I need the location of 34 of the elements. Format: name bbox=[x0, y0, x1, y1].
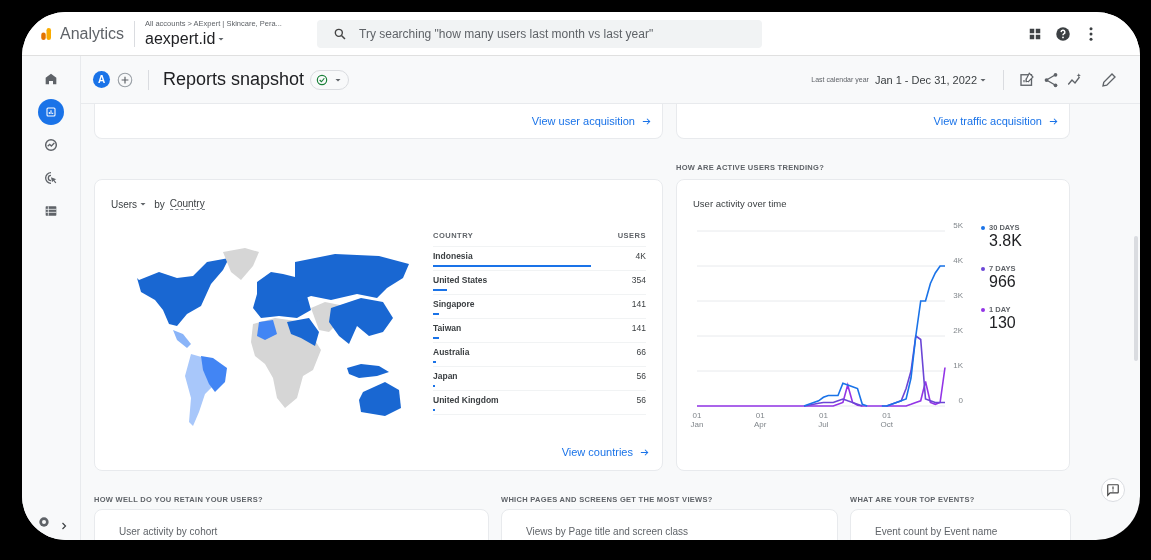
table-cell: Australia bbox=[433, 346, 470, 357]
table-cell: United States bbox=[433, 274, 488, 285]
axis-tick-label: 01 Jan bbox=[690, 411, 704, 429]
table-cell: 66 bbox=[636, 346, 646, 357]
axis-tick-label: 01 Jul bbox=[818, 411, 829, 429]
axis-tick-label: 01 Oct bbox=[880, 411, 893, 429]
axis-tick-label: 0 bbox=[958, 396, 963, 405]
card-title: User activity by cohort bbox=[119, 526, 219, 537]
axis-tick-label: 4K bbox=[953, 256, 963, 265]
table-cell: Singapore bbox=[433, 298, 475, 309]
table-cell: Indonesia bbox=[433, 250, 473, 261]
metric-value: 130 bbox=[989, 314, 1017, 332]
axis-tick-label: 01 Apr bbox=[754, 411, 767, 429]
axis-tick-label: 3K bbox=[953, 291, 963, 300]
by-label: by bbox=[154, 198, 165, 210]
axis-tick-label: 5K bbox=[953, 223, 963, 230]
table-cell: 4K bbox=[635, 250, 646, 261]
table-cell: 354 bbox=[631, 274, 646, 285]
card-title: Event count by Event name bbox=[875, 526, 999, 537]
table-cell: 56 bbox=[636, 370, 646, 381]
report-title: Reports snapshot bbox=[163, 69, 305, 90]
axis-tick-label: 2K bbox=[953, 326, 963, 335]
card-title: Views by Page title and screen class bbox=[526, 526, 690, 537]
metric-value: 3.8K bbox=[989, 232, 1022, 250]
table-cell: United Kingdom bbox=[433, 394, 499, 405]
table-cell: 141 bbox=[631, 322, 646, 333]
product-name: Analytics bbox=[60, 20, 136, 47]
axis-tick-label: 1K bbox=[953, 361, 963, 370]
metric-value: 966 bbox=[989, 273, 1017, 291]
table-cell: 141 bbox=[631, 298, 646, 309]
table-cell: Taiwan bbox=[433, 322, 462, 333]
table-cell: 56 bbox=[636, 394, 646, 405]
table-cell: Japan bbox=[433, 370, 458, 381]
chart-title: User activity over time bbox=[692, 197, 788, 209]
